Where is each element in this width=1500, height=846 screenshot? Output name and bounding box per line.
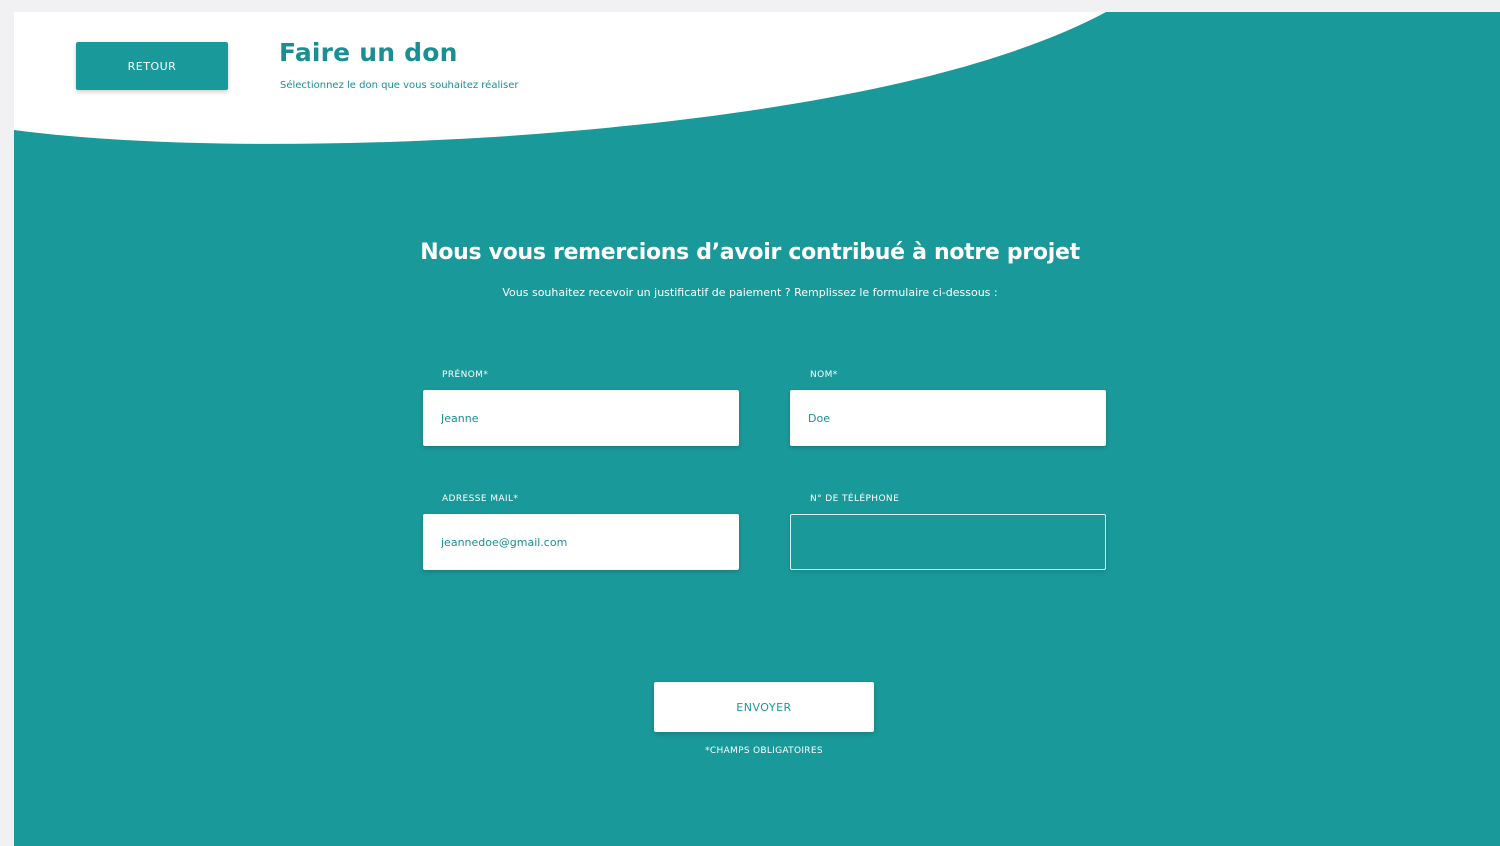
submit-button[interactable]: ENVOYER <box>654 682 874 732</box>
thank-you-heading: Nous vous remercions d’avoir contribué à… <box>420 240 1080 265</box>
thank-you-subheading: Vous souhaitez recevoir un justificatif … <box>502 286 998 299</box>
first-name-label: PRÉNOM* <box>442 370 489 380</box>
email-label: ADRESSE MAIL* <box>442 494 519 504</box>
header-wave-shape <box>14 12 1106 144</box>
required-fields-note: *CHAMPS OBLIGATOIRES <box>705 746 823 756</box>
last-name-label: NOM* <box>810 370 838 380</box>
email-field[interactable] <box>423 514 739 570</box>
phone-label: N° DE TÉLÉPHONE <box>810 494 900 504</box>
phone-field[interactable] <box>790 514 1106 570</box>
page-title: Faire un don <box>279 38 458 67</box>
first-name-field[interactable] <box>423 390 739 446</box>
back-button[interactable]: RETOUR <box>76 42 228 90</box>
last-name-field[interactable] <box>790 390 1106 446</box>
page-subtitle: Sélectionnez le don que vous souhaitez r… <box>280 80 519 91</box>
